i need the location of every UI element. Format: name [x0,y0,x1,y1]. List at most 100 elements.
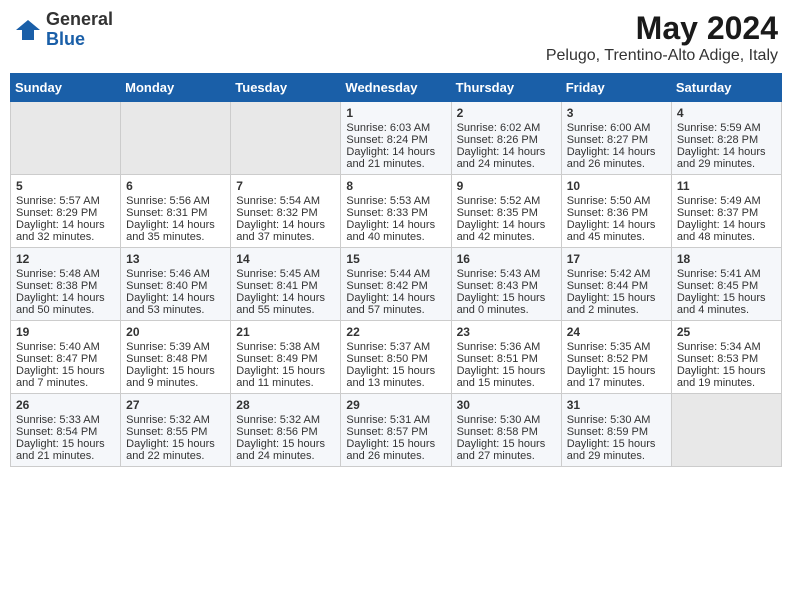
calendar-week-5: 26Sunrise: 5:33 AMSunset: 8:54 PMDayligh… [11,394,782,467]
cell-text: Sunrise: 6:03 AM [346,122,445,134]
day-number: 14 [236,252,335,266]
cell-text: Daylight: 14 hours and 29 minutes. [677,146,776,170]
calendar-cell: 2Sunrise: 6:02 AMSunset: 8:26 PMDaylight… [451,102,561,175]
logo: General Blue [14,10,113,50]
calendar-cell: 11Sunrise: 5:49 AMSunset: 8:37 PMDayligh… [671,175,781,248]
calendar-cell: 21Sunrise: 5:38 AMSunset: 8:49 PMDayligh… [231,321,341,394]
day-number: 31 [567,398,666,412]
calendar-cell: 14Sunrise: 5:45 AMSunset: 8:41 PMDayligh… [231,248,341,321]
day-number: 20 [126,325,225,339]
day-number: 26 [16,398,115,412]
cell-text: Sunset: 8:36 PM [567,207,666,219]
cell-text: Daylight: 15 hours and 9 minutes. [126,365,225,389]
calendar-cell: 18Sunrise: 5:41 AMSunset: 8:45 PMDayligh… [671,248,781,321]
cell-text: Sunset: 8:29 PM [16,207,115,219]
day-number: 17 [567,252,666,266]
cell-text: Sunset: 8:33 PM [346,207,445,219]
cell-text: Daylight: 14 hours and 40 minutes. [346,219,445,243]
cell-text: Sunrise: 5:41 AM [677,268,776,280]
calendar-cell: 1Sunrise: 6:03 AMSunset: 8:24 PMDaylight… [341,102,451,175]
header-cell-monday: Monday [121,74,231,102]
header-cell-wednesday: Wednesday [341,74,451,102]
day-number: 13 [126,252,225,266]
calendar-cell: 15Sunrise: 5:44 AMSunset: 8:42 PMDayligh… [341,248,451,321]
cell-text: Sunset: 8:49 PM [236,353,335,365]
cell-text: Sunrise: 5:34 AM [677,341,776,353]
cell-text: Sunset: 8:35 PM [457,207,556,219]
day-number: 24 [567,325,666,339]
day-number: 5 [16,179,115,193]
calendar-cell: 7Sunrise: 5:54 AMSunset: 8:32 PMDaylight… [231,175,341,248]
cell-text: Daylight: 14 hours and 42 minutes. [457,219,556,243]
cell-text: Daylight: 14 hours and 26 minutes. [567,146,666,170]
day-number: 12 [16,252,115,266]
logo-text: General Blue [46,10,113,50]
cell-text: Sunset: 8:32 PM [236,207,335,219]
day-number: 15 [346,252,445,266]
cell-text: Sunset: 8:56 PM [236,426,335,438]
calendar-cell: 4Sunrise: 5:59 AMSunset: 8:28 PMDaylight… [671,102,781,175]
calendar-cell: 17Sunrise: 5:42 AMSunset: 8:44 PMDayligh… [561,248,671,321]
header-cell-thursday: Thursday [451,74,561,102]
calendar-table: SundayMondayTuesdayWednesdayThursdayFrid… [10,73,782,467]
day-number: 23 [457,325,556,339]
calendar-cell [231,102,341,175]
cell-text: Daylight: 14 hours and 35 minutes. [126,219,225,243]
cell-text: Sunrise: 5:53 AM [346,195,445,207]
page-header: General Blue May 2024 Pelugo, Trentino-A… [10,10,782,65]
day-number: 21 [236,325,335,339]
day-number: 4 [677,106,776,120]
cell-text: Daylight: 14 hours and 45 minutes. [567,219,666,243]
cell-text: Sunset: 8:26 PM [457,134,556,146]
logo-blue: Blue [46,30,113,50]
day-number: 2 [457,106,556,120]
cell-text: Sunrise: 5:32 AM [236,414,335,426]
calendar-cell: 22Sunrise: 5:37 AMSunset: 8:50 PMDayligh… [341,321,451,394]
cell-text: Sunset: 8:55 PM [126,426,225,438]
cell-text: Sunrise: 5:54 AM [236,195,335,207]
day-number: 29 [346,398,445,412]
header-cell-sunday: Sunday [11,74,121,102]
cell-text: Sunrise: 5:35 AM [567,341,666,353]
calendar-cell: 13Sunrise: 5:46 AMSunset: 8:40 PMDayligh… [121,248,231,321]
header-cell-friday: Friday [561,74,671,102]
cell-text: Sunset: 8:37 PM [677,207,776,219]
cell-text: Sunset: 8:44 PM [567,280,666,292]
cell-text: Sunset: 8:24 PM [346,134,445,146]
header-row: SundayMondayTuesdayWednesdayThursdayFrid… [11,74,782,102]
calendar-cell: 25Sunrise: 5:34 AMSunset: 8:53 PMDayligh… [671,321,781,394]
calendar-cell: 27Sunrise: 5:32 AMSunset: 8:55 PMDayligh… [121,394,231,467]
cell-text: Sunset: 8:53 PM [677,353,776,365]
cell-text: Daylight: 15 hours and 27 minutes. [457,438,556,462]
day-number: 6 [126,179,225,193]
calendar-cell: 16Sunrise: 5:43 AMSunset: 8:43 PMDayligh… [451,248,561,321]
day-number: 28 [236,398,335,412]
cell-text: Daylight: 14 hours and 57 minutes. [346,292,445,316]
cell-text: Daylight: 15 hours and 11 minutes. [236,365,335,389]
cell-text: Sunrise: 5:52 AM [457,195,556,207]
title-block: May 2024 Pelugo, Trentino-Alto Adige, It… [546,10,778,65]
cell-text: Sunrise: 5:33 AM [16,414,115,426]
cell-text: Daylight: 14 hours and 53 minutes. [126,292,225,316]
cell-text: Sunrise: 5:39 AM [126,341,225,353]
cell-text: Daylight: 15 hours and 17 minutes. [567,365,666,389]
cell-text: Sunrise: 5:45 AM [236,268,335,280]
cell-text: Sunset: 8:51 PM [457,353,556,365]
calendar-header: SundayMondayTuesdayWednesdayThursdayFrid… [11,74,782,102]
cell-text: Daylight: 15 hours and 2 minutes. [567,292,666,316]
cell-text: Sunset: 8:57 PM [346,426,445,438]
cell-text: Sunset: 8:41 PM [236,280,335,292]
day-number: 18 [677,252,776,266]
cell-text: Daylight: 15 hours and 0 minutes. [457,292,556,316]
cell-text: Daylight: 14 hours and 37 minutes. [236,219,335,243]
cell-text: Sunrise: 5:37 AM [346,341,445,353]
calendar-week-4: 19Sunrise: 5:40 AMSunset: 8:47 PMDayligh… [11,321,782,394]
cell-text: Sunrise: 5:31 AM [346,414,445,426]
day-number: 9 [457,179,556,193]
calendar-cell: 3Sunrise: 6:00 AMSunset: 8:27 PMDaylight… [561,102,671,175]
cell-text: Daylight: 15 hours and 7 minutes. [16,365,115,389]
day-number: 22 [346,325,445,339]
calendar-week-2: 5Sunrise: 5:57 AMSunset: 8:29 PMDaylight… [11,175,782,248]
cell-text: Sunset: 8:52 PM [567,353,666,365]
logo-icon [14,16,42,44]
